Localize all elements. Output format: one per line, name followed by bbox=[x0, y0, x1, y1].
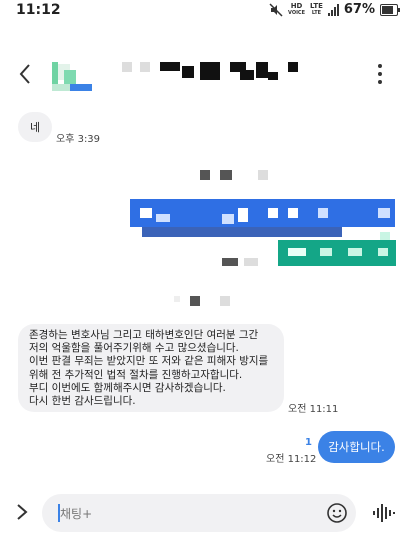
hd-voice-indicator: HD VOICE bbox=[288, 1, 306, 17]
redaction-block bbox=[200, 170, 210, 180]
pixel bbox=[318, 208, 328, 218]
redaction-block bbox=[190, 296, 200, 306]
pixelated-blue-block bbox=[130, 199, 395, 227]
lte-indicator: LTE LTE bbox=[310, 1, 323, 17]
message-timestamp: 오전 11:12 bbox=[266, 454, 317, 465]
expand-chevron-icon[interactable] bbox=[12, 501, 32, 523]
status-icons: HD VOICE LTE LTE 67% bbox=[269, 1, 400, 17]
chat-header bbox=[0, 48, 408, 102]
redaction-block bbox=[220, 170, 232, 180]
pixel bbox=[320, 248, 332, 256]
pixel bbox=[268, 208, 278, 218]
avatar-block bbox=[70, 84, 92, 91]
pixel bbox=[156, 214, 170, 222]
redaction-block bbox=[288, 62, 298, 72]
pixelated-blue-block bbox=[142, 227, 342, 237]
message-text: 감사합니다. bbox=[328, 440, 385, 454]
lte-label: LTE bbox=[310, 1, 323, 10]
avatar-block bbox=[52, 84, 70, 91]
message-composer: 채팅+ bbox=[0, 488, 408, 538]
redaction-block bbox=[268, 72, 278, 80]
battery-percent: 67% bbox=[343, 2, 375, 17]
redaction-block bbox=[140, 62, 150, 72]
pixel bbox=[378, 248, 388, 256]
redaction-block bbox=[122, 62, 132, 72]
emoji-icon[interactable] bbox=[326, 502, 348, 524]
status-time: 11:12 bbox=[16, 2, 61, 18]
redaction-block bbox=[240, 70, 254, 80]
pixel bbox=[378, 208, 390, 218]
more-options-icon[interactable] bbox=[372, 64, 388, 86]
hd-label: HD bbox=[290, 1, 303, 10]
message-timestamp: 오전 11:11 bbox=[288, 404, 339, 415]
chat-input-placeholder: 채팅+ bbox=[60, 507, 93, 521]
redaction-block bbox=[174, 296, 180, 302]
redaction-block bbox=[258, 170, 268, 180]
pixel bbox=[222, 214, 234, 224]
voice-input-icon[interactable] bbox=[372, 503, 396, 523]
voice-label: VOICE bbox=[288, 9, 306, 16]
battery-icon bbox=[380, 3, 400, 16]
message-text: 네 bbox=[29, 121, 41, 134]
message-bubble-incoming[interactable]: 네 bbox=[18, 112, 52, 142]
status-bar: 11:12 HD VOICE LTE LTE 67% bbox=[0, 0, 408, 22]
redaction-block bbox=[244, 258, 258, 266]
redaction-block bbox=[220, 296, 230, 306]
redaction-block bbox=[222, 258, 238, 266]
avatar-block bbox=[64, 70, 76, 84]
unread-count: 1 bbox=[305, 437, 312, 448]
pixel bbox=[238, 208, 248, 222]
signal-icon bbox=[327, 3, 339, 16]
pixel bbox=[380, 232, 390, 240]
message-timestamp: 오후 3:39 bbox=[56, 134, 101, 145]
pixel bbox=[348, 248, 362, 256]
back-arrow-icon[interactable] bbox=[14, 62, 38, 86]
message-text: 존경하는 변호사님 그리고 태하변호인단 여러분 그간 저의 억울함을 풀어주기… bbox=[29, 329, 269, 408]
message-bubble-outgoing[interactable]: 감사합니다. bbox=[318, 431, 395, 463]
pixel bbox=[140, 208, 152, 218]
redaction-block bbox=[256, 62, 268, 78]
pixel bbox=[288, 208, 298, 218]
redaction-block bbox=[160, 62, 180, 71]
contact-avatar[interactable] bbox=[50, 58, 94, 92]
pixel bbox=[288, 248, 306, 256]
message-bubble-incoming[interactable]: 존경하는 변호사님 그리고 태하변호인단 여러분 그간 저의 억울함을 풀어주기… bbox=[18, 324, 284, 412]
mute-icon bbox=[269, 2, 283, 17]
chat-input[interactable]: 채팅+ bbox=[42, 494, 356, 532]
redaction-block bbox=[182, 66, 194, 78]
lte-sub-label: LTE bbox=[311, 9, 322, 16]
redaction-block bbox=[200, 62, 220, 80]
